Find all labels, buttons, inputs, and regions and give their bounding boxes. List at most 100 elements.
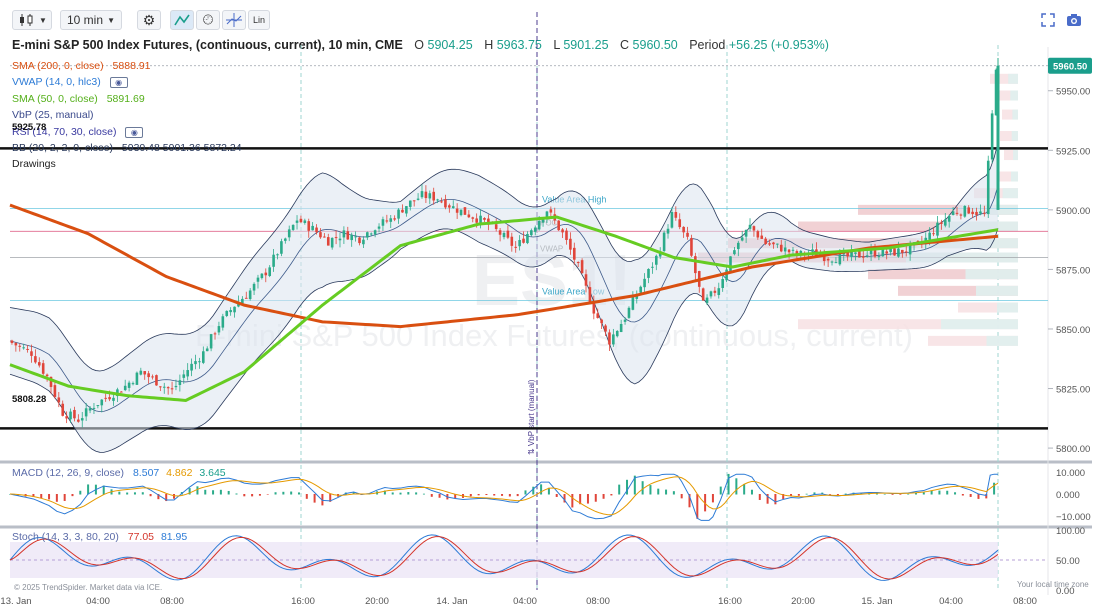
candle-body	[514, 246, 518, 248]
candle-body	[436, 199, 439, 201]
macd-histogram-bar	[282, 491, 285, 495]
candle-body	[155, 375, 158, 386]
macd-histogram-bar	[586, 494, 589, 504]
candle-body	[772, 242, 775, 245]
candle-body	[198, 361, 201, 363]
candle-body	[444, 199, 447, 208]
candle-body	[561, 229, 564, 233]
bb-values: 5930.48 5901.36 5872.24	[121, 142, 242, 154]
local-time-note[interactable]: Your local time zone	[1017, 580, 1089, 589]
candle-body	[291, 224, 295, 230]
macd-histogram-bar	[555, 494, 558, 497]
candle-body	[30, 351, 33, 356]
macd-histogram-bar	[469, 494, 472, 497]
volume-profile-bar	[986, 335, 1018, 346]
macd-histogram-bar	[305, 494, 308, 499]
macd-tick-label: 10.000	[1056, 468, 1085, 479]
candle-body	[783, 247, 787, 252]
candle-body	[170, 388, 174, 390]
macd-histogram-bar	[516, 494, 519, 497]
candle-body	[979, 211, 982, 214]
vbp-legend[interactable]: VbP (25, manual)	[12, 109, 94, 121]
candle-body	[342, 230, 346, 238]
macd-histogram-bar	[485, 494, 488, 496]
macd-histogram-bar	[727, 473, 730, 495]
candle-body	[584, 274, 588, 286]
candle-body	[600, 319, 603, 324]
macd-histogram-bar	[63, 494, 66, 501]
price-chart[interactable]: ⇅ VbP start (manual) Value Area HighValu…	[0, 0, 1100, 607]
stoch-legend[interactable]: Stoch (14, 3, 3, 80, 20) 77.05 81.95	[12, 531, 187, 543]
candle-body	[639, 286, 642, 293]
candle-body	[393, 218, 396, 220]
candle-body	[713, 290, 717, 293]
candle-body	[526, 233, 529, 244]
candle-body	[588, 287, 592, 304]
price-tick-label: 5900.00	[1056, 206, 1090, 217]
candle-body	[264, 272, 268, 276]
candle-body	[940, 222, 943, 224]
macd-histogram-bar	[87, 484, 90, 495]
candle-body	[666, 228, 670, 234]
macd-histogram-bar	[719, 486, 722, 495]
candle-body	[709, 291, 713, 297]
candle-body	[315, 227, 318, 233]
candle-body	[252, 283, 256, 291]
candle-body	[424, 191, 428, 199]
macd-histogram-bar	[438, 494, 441, 498]
candle-body	[522, 238, 525, 243]
macd-histogram-bar	[235, 493, 238, 495]
macd-histogram-bar	[954, 492, 957, 495]
bb-legend[interactable]: BB (20, 2, 2, 0, close) 5930.48 5901.36 …	[12, 142, 242, 154]
candle-body	[467, 214, 471, 218]
macd-histogram-bar	[126, 492, 129, 495]
candle-body	[354, 236, 357, 238]
candle-body	[943, 219, 947, 226]
bb-label: BB (20, 2, 2, 0, close)	[12, 142, 113, 154]
candle-body	[651, 266, 654, 268]
candle-body	[854, 252, 857, 254]
macd-value: 8.507	[132, 467, 160, 479]
drawings-legend[interactable]: Drawings	[12, 158, 56, 170]
vwap-legend[interactable]: VWAP (14, 0, hlc3) ◉	[12, 76, 128, 88]
level-low-label: 5808.28	[12, 394, 46, 405]
macd-histogram-bar	[266, 494, 269, 495]
stoch-tick-label: 100.00	[1056, 526, 1085, 537]
volume-profile-bar	[1010, 90, 1018, 101]
eye-icon[interactable]: ◉	[125, 126, 144, 138]
volume-profile-bar	[1002, 188, 1018, 199]
macd-histogram-bar	[391, 492, 394, 495]
candle-body	[84, 408, 88, 417]
macd-histogram-bar	[149, 494, 152, 497]
candle-body	[159, 386, 162, 388]
macd-histogram-bar	[501, 494, 504, 496]
candle-body	[897, 248, 900, 257]
candle-body	[10, 340, 14, 343]
candle-body	[174, 385, 178, 388]
time-tick-label: 13. Jan	[0, 596, 31, 607]
time-tick-label: 20:00	[365, 596, 389, 607]
macd-histogram-bar	[196, 486, 199, 495]
eye-icon[interactable]: ◉	[109, 76, 128, 88]
macd-label: MACD (12, 26, 9, close)	[12, 467, 125, 479]
macd-histogram-bar	[422, 493, 425, 495]
candle-body	[811, 249, 814, 252]
candle-body	[88, 408, 92, 411]
candle-body	[69, 411, 72, 420]
time-tick-label: 08:00	[160, 596, 184, 607]
macd-histogram-bar	[961, 494, 964, 496]
candle-body	[655, 255, 658, 265]
sma50-legend[interactable]: SMA (50, 0, close) 5891.69	[12, 93, 145, 105]
macd-legend[interactable]: MACD (12, 26, 9, close) 8.507 4.862 3.64…	[12, 467, 226, 479]
candle-body	[389, 218, 393, 222]
candle-body	[518, 240, 521, 247]
candle-body	[377, 226, 381, 229]
candle-body	[53, 385, 57, 397]
candle-body	[506, 230, 510, 238]
candle-body	[721, 279, 724, 288]
candle-body	[256, 277, 260, 282]
candle-body	[268, 267, 271, 276]
candle-body	[186, 370, 189, 377]
sma200-legend[interactable]: SMA (200, 0, close) 5888.91	[12, 60, 151, 72]
candle-body	[346, 231, 350, 240]
